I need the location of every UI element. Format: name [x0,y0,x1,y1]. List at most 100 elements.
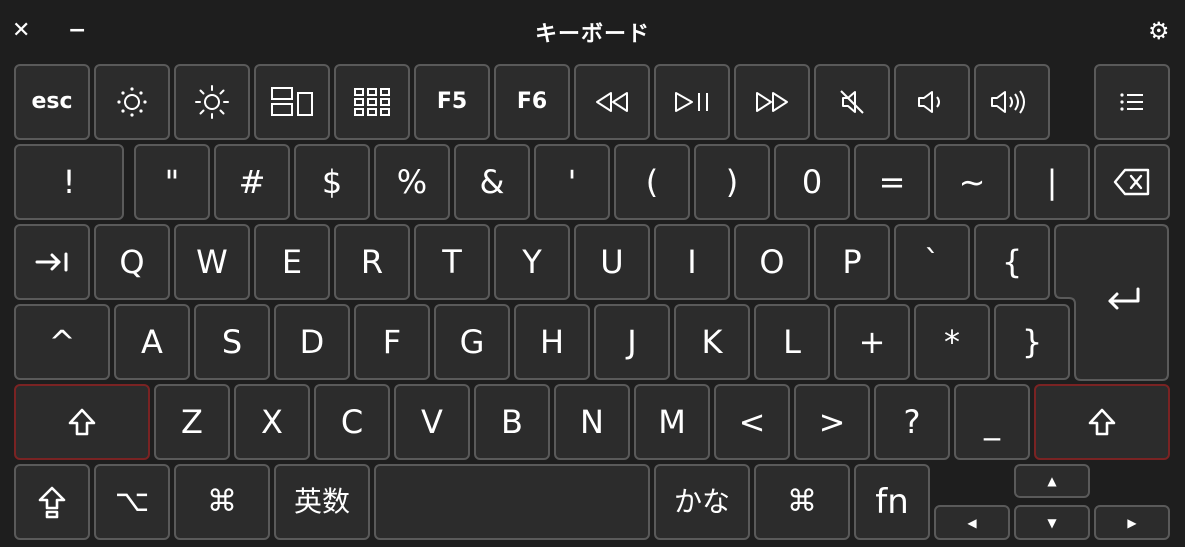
key-apostrophe[interactable]: ' [534,144,610,220]
key-left-brace[interactable]: { [974,224,1050,300]
key-f5[interactable]: F5 [414,64,490,140]
key-i[interactable]: I [654,224,730,300]
mute-icon [840,90,864,114]
key-arrow-left[interactable]: ◀ [934,505,1010,540]
volume-down-icon [918,91,940,113]
key-asterisk[interactable]: * [914,304,990,380]
shift-icon [68,408,96,436]
key-m[interactable]: M [634,384,710,460]
key-f[interactable]: F [354,304,430,380]
gear-icon[interactable]: ⚙ [1148,14,1170,48]
key-esc[interactable]: esc [14,64,90,140]
key-right-paren[interactable]: ) [694,144,770,220]
key-volume-up[interactable] [974,64,1050,140]
key-s[interactable]: S [194,304,270,380]
window-title: キーボード [534,22,650,47]
key-j[interactable]: J [594,304,670,380]
key-ampersand[interactable]: & [454,144,530,220]
key-mission-control[interactable] [254,64,330,140]
key-n[interactable]: N [554,384,630,460]
key-return[interactable] [1054,224,1169,381]
key-brightness-up[interactable] [174,64,250,140]
key-greater-than[interactable]: > [794,384,870,460]
key-c[interactable]: C [314,384,390,460]
key-delete[interactable] [1094,144,1170,220]
key-r[interactable]: R [334,224,410,300]
key-h[interactable]: H [514,304,590,380]
key-backtick[interactable]: ` [894,224,970,300]
key-mute[interactable] [814,64,890,140]
key-left-paren[interactable]: ( [614,144,690,220]
key-percent[interactable]: % [374,144,450,220]
key-arrow-right[interactable]: ▶ [1094,505,1170,540]
rewind-icon [596,92,628,112]
mission-control-icon [271,87,313,116]
shift-icon [1088,408,1116,436]
key-dollar[interactable]: $ [294,144,370,220]
key-e[interactable]: E [254,224,330,300]
key-fast-forward[interactable] [734,64,810,140]
volume-up-icon [991,90,1025,114]
key-equal[interactable]: = [854,144,930,220]
key-d[interactable]: D [274,304,350,380]
key-tilde[interactable]: ~ [934,144,1010,220]
play-pause-icon [675,92,708,112]
list-icon [1120,93,1143,111]
key-less-than[interactable]: < [714,384,790,460]
key-b[interactable]: B [474,384,550,460]
arrow-left-icon: ◀ [967,515,977,530]
key-g[interactable]: G [434,304,510,380]
key-double-quote[interactable]: " [134,144,210,220]
key-right-brace[interactable]: } [994,304,1070,380]
key-right-shift[interactable] [1034,384,1170,460]
key-left-command[interactable]: ⌘ [174,464,270,540]
key-kana[interactable]: かな [654,464,750,540]
arrow-right-icon: ▶ [1127,515,1137,530]
key-plus[interactable]: + [834,304,910,380]
key-v[interactable]: V [394,384,470,460]
key-p[interactable]: P [814,224,890,300]
key-w[interactable]: W [174,224,250,300]
key-play-pause[interactable] [654,64,730,140]
key-underscore[interactable]: _ [954,384,1030,460]
key-pipe[interactable]: | [1014,144,1090,220]
title-bar: ✕ − キーボード ⚙ [0,0,1185,64]
key-rewind[interactable] [574,64,650,140]
arrow-down-icon: ▼ [1047,515,1057,530]
arrow-up-icon: ▲ [1047,474,1057,488]
return-icon [1108,287,1140,310]
key-z[interactable]: Z [154,384,230,460]
key-t[interactable]: T [414,224,490,300]
caps-lock-icon [38,486,66,519]
key-left-shift[interactable] [14,384,150,460]
key-launchpad[interactable] [334,64,410,140]
key-f6[interactable]: F6 [494,64,570,140]
key-q[interactable]: Q [94,224,170,300]
key-right-command[interactable]: ⌘ [754,464,850,540]
key-space[interactable] [374,464,650,540]
key-caps-lock[interactable] [14,464,90,540]
key-menu[interactable] [1094,64,1170,140]
key-x[interactable]: X [234,384,310,460]
key-k[interactable]: K [674,304,750,380]
key-o[interactable]: O [734,224,810,300]
key-y[interactable]: Y [494,224,570,300]
key-brightness-down[interactable] [94,64,170,140]
delete-icon [1113,168,1150,196]
key-a[interactable]: A [114,304,190,380]
key-question[interactable]: ? [874,384,950,460]
key-hash[interactable]: # [214,144,290,220]
key-volume-down[interactable] [894,64,970,140]
key-arrow-down[interactable]: ▼ [1014,505,1090,540]
key-arrow-up[interactable]: ▲ [1014,464,1090,498]
key-option[interactable]: ⌥ [94,464,170,540]
key-exclamation[interactable]: ! [14,144,124,220]
key-fn[interactable]: fn [854,464,930,540]
key-u[interactable]: U [574,224,650,300]
key-zero[interactable]: 0 [774,144,850,220]
key-control[interactable]: ^ [14,304,110,380]
tab-icon [35,252,68,272]
key-tab[interactable] [14,224,90,300]
key-eisu[interactable]: 英数 [274,464,370,540]
key-l[interactable]: L [754,304,830,380]
